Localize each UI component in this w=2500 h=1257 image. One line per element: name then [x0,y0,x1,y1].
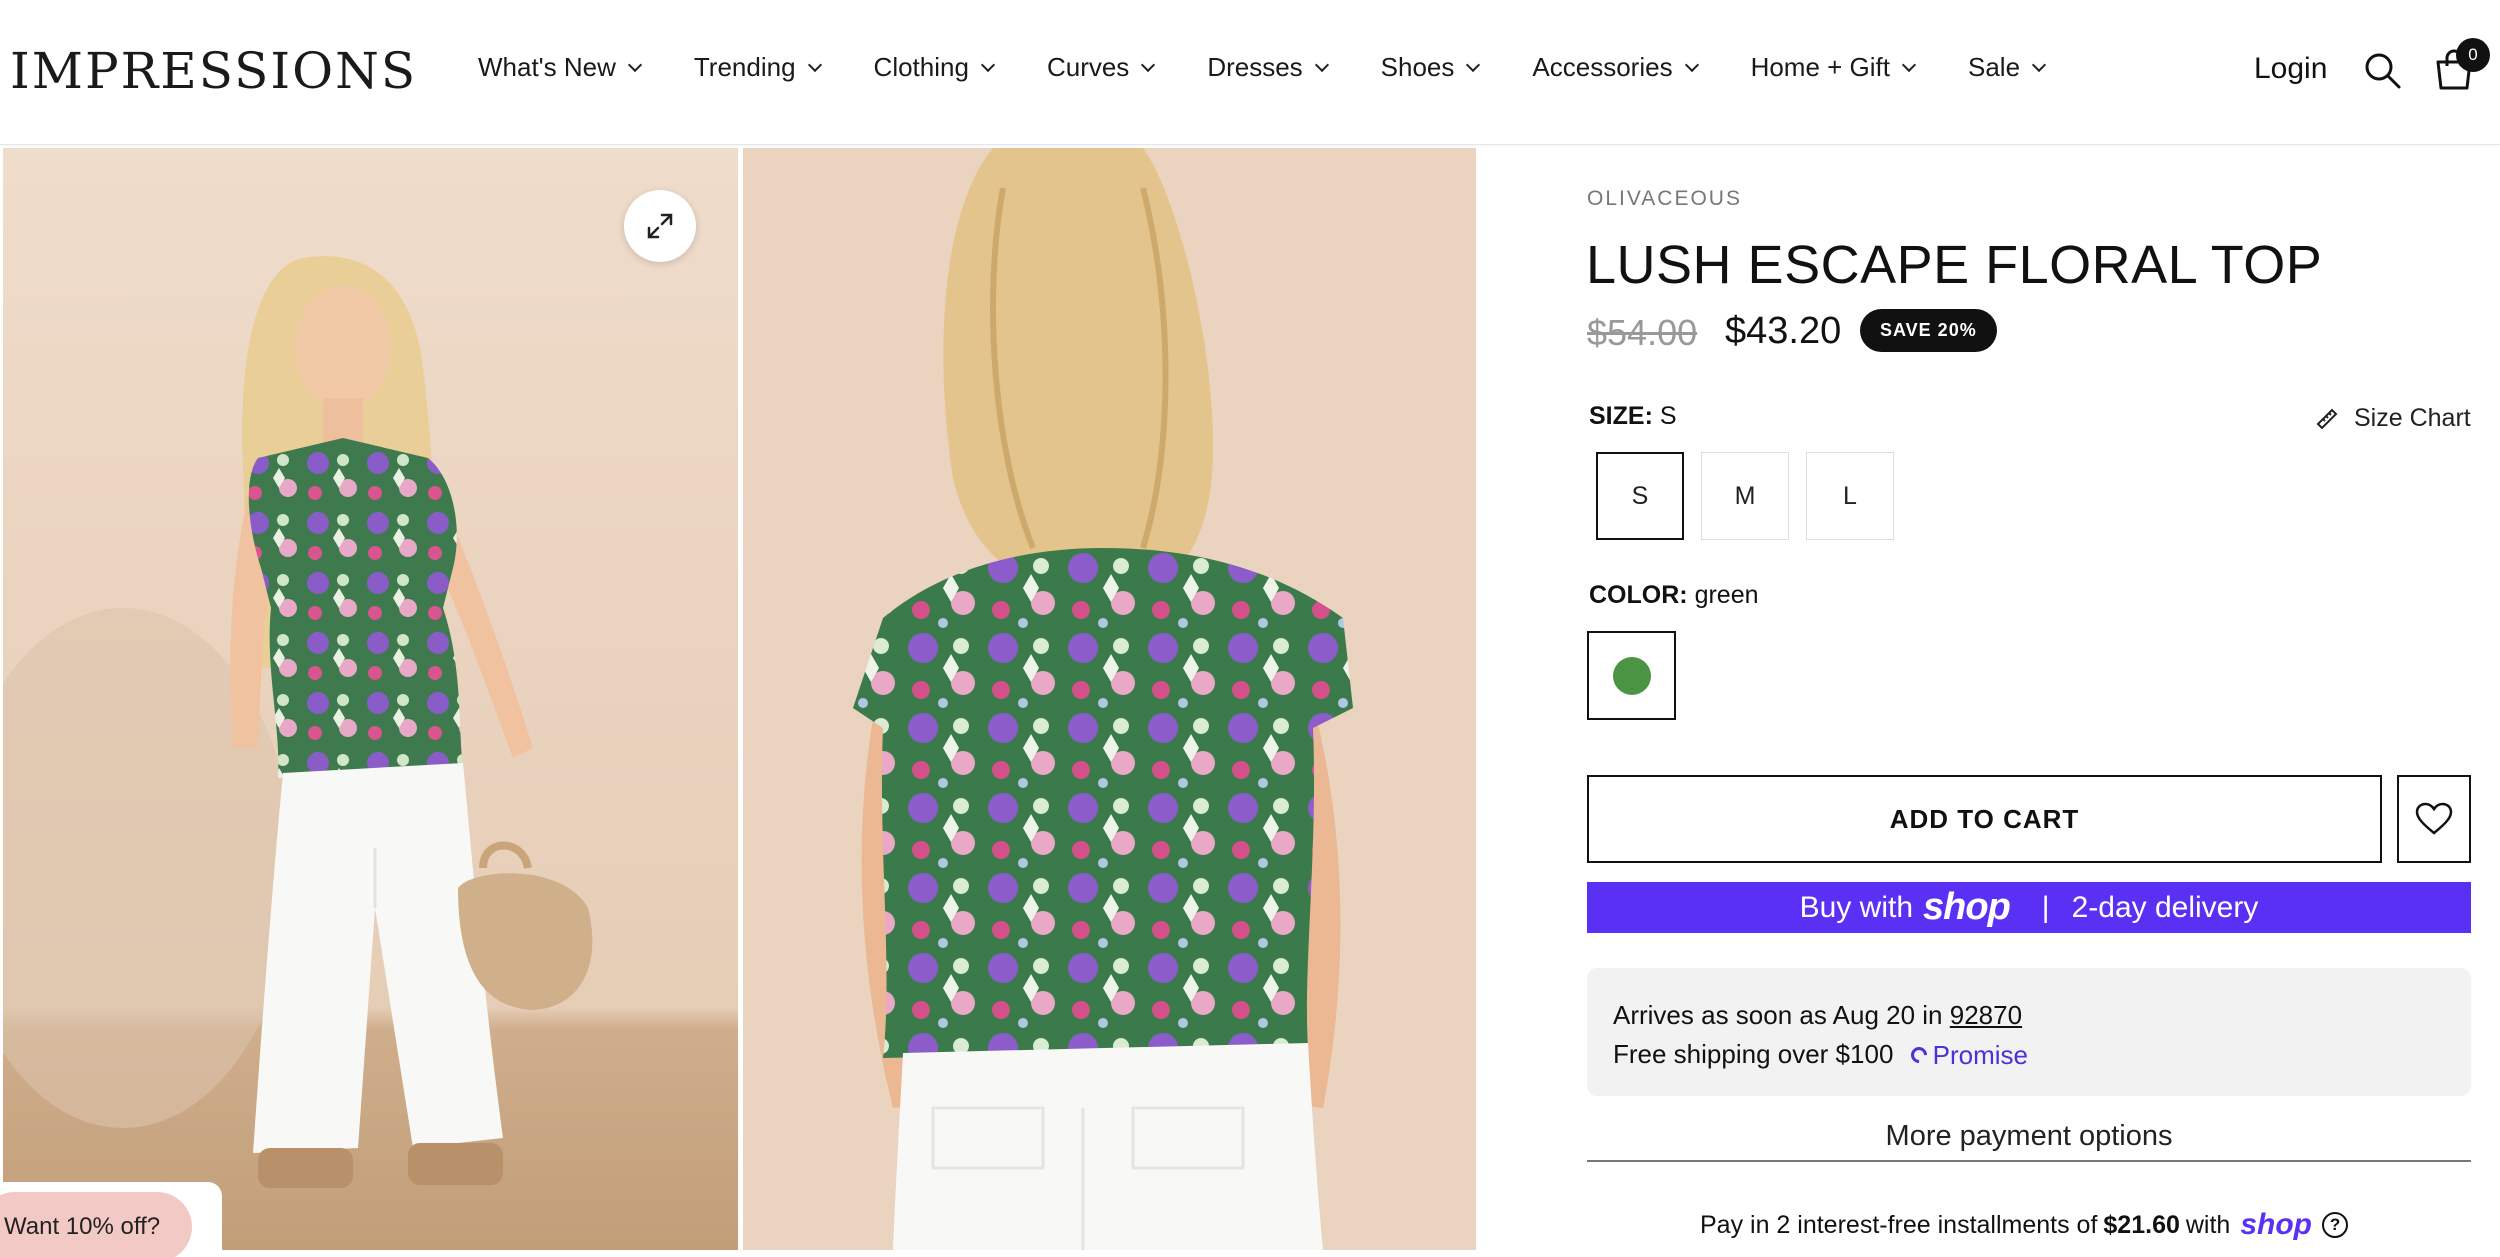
site-logo[interactable]: IMPRESSIONS [10,42,417,100]
main-nav: What's New Trending Clothing Curves Dres… [478,52,2098,83]
delivery-estimate-box: Arrives as soon as Aug 20 in 92870 Free … [1587,968,2471,1096]
add-to-cart-button[interactable]: ADD TO CART [1587,775,2382,863]
arrival-text: Arrives as soon as Aug 20 in [1613,1000,1943,1030]
promise-link[interactable]: Promise [1907,1036,2028,1075]
nav-label: Sale [1968,52,2021,82]
wishlist-button[interactable] [2397,775,2471,863]
help-icon[interactable]: ? [2322,1212,2349,1238]
nav-label: Curves [1046,52,1130,82]
buy-with-shop-button[interactable]: Buy with shop | 2-day delivery [1587,882,2471,933]
product-vendor[interactable]: OLIVACEOUS [1587,187,1742,211]
nav-label: Clothing [873,52,969,82]
shop-logo-small: shop [2240,1208,2313,1241]
expand-icon [647,213,673,239]
nav-label: Home + Gift [1750,52,1890,82]
promise-icon [1907,1043,1930,1067]
shop-pay-separator: | [2041,890,2050,924]
free-shipping-text: Free shipping over $100 [1613,1039,1894,1069]
chevron-down-icon [807,57,822,72]
discount-popup-button[interactable]: Want 10% off? [0,1192,192,1257]
nav-item-shoes[interactable]: Shoes [1380,52,1481,83]
nav-item-accessories[interactable]: Accessories [1532,52,1699,83]
size-option-s[interactable]: S [1596,452,1684,540]
installments-text: Pay in 2 interest-free installments of [1700,1210,2098,1239]
selected-color: green [1694,581,1759,609]
nav-item-sale[interactable]: Sale [1968,52,2047,83]
chevron-down-icon [1314,57,1329,72]
nav-item-curves[interactable]: Curves [1046,52,1156,83]
size-label-row: SIZE: S [1589,402,1677,431]
login-link[interactable]: Login [2254,52,2327,86]
chevron-down-icon [2031,57,2047,72]
product-title: LUSH ESCAPE FLORAL TOP [1586,235,2323,295]
nav-item-dresses[interactable]: Dresses [1207,52,1329,83]
heart-icon [2415,802,2453,835]
size-chart-label: Size Chart [2354,404,2471,432]
selected-size: S [1659,402,1677,430]
nav-label: Shoes [1380,52,1455,82]
nav-item-whats-new[interactable]: What's New [478,52,642,83]
color-label: COLOR: [1589,581,1688,609]
shop-pay-delivery: 2-day delivery [2071,890,2259,924]
original-price: $54.00 [1587,312,1698,353]
promo-tab: Want 10% off? [0,1182,222,1257]
ruler-icon [2316,408,2338,429]
nav-label: What's New [478,52,616,82]
shop-pay-prefix: Buy with [1799,890,1914,924]
arrival-line: Arrives as soon as Aug 20 in 92870 [1613,996,2445,1035]
sale-price: $43.20 [1725,310,1842,352]
search-icon[interactable] [2362,50,2402,90]
nav-label: Trending [693,52,796,82]
chevron-down-icon [980,57,996,72]
nav-label: Dresses [1207,52,1303,82]
chevron-down-icon [627,57,642,72]
chevron-down-icon [1901,57,1917,72]
color-label-row: COLOR: green [1589,581,1759,610]
installment-amount: $21.60 [2103,1210,2180,1239]
color-dot [1612,656,1651,695]
model-front-illustration [3,148,738,1250]
product-image-back[interactable] [743,148,1476,1250]
site-header: IMPRESSIONS What's New Trending Clothing… [0,0,2500,145]
save-badge: SAVE 20% [1860,309,1997,352]
expand-image-button[interactable] [624,190,696,262]
installments-with: with [2185,1210,2231,1239]
nav-item-home-gift[interactable]: Home + Gift [1750,52,1917,83]
product-image-front[interactable] [3,148,738,1250]
installments-row: Pay in 2 interest-free installments of $… [1700,1208,2349,1242]
more-payment-options-link[interactable]: More payment options [1587,1120,2471,1162]
promise-label: Promise [1932,1039,2028,1070]
shipping-line: Free shipping over $100 Promise [1613,1035,2445,1075]
size-option-l[interactable]: L [1806,452,1894,540]
model-back-illustration [743,148,1476,1250]
nav-item-clothing[interactable]: Clothing [873,52,996,83]
nav-item-trending[interactable]: Trending [693,52,822,83]
zip-code-link[interactable]: 92870 [1950,1000,2022,1030]
chevron-down-icon [1684,57,1699,72]
size-chart-link[interactable]: Size Chart [2314,404,2471,433]
shop-logo: shop [1923,886,2011,928]
chevron-down-icon [1141,57,1156,72]
size-option-m[interactable]: M [1701,452,1789,540]
chevron-down-icon [1466,57,1481,72]
size-label: SIZE: [1589,402,1653,430]
nav-label: Accessories [1532,52,1673,82]
cart-count-badge: 0 [2456,38,2490,72]
color-swatch-green[interactable] [1587,631,1676,720]
